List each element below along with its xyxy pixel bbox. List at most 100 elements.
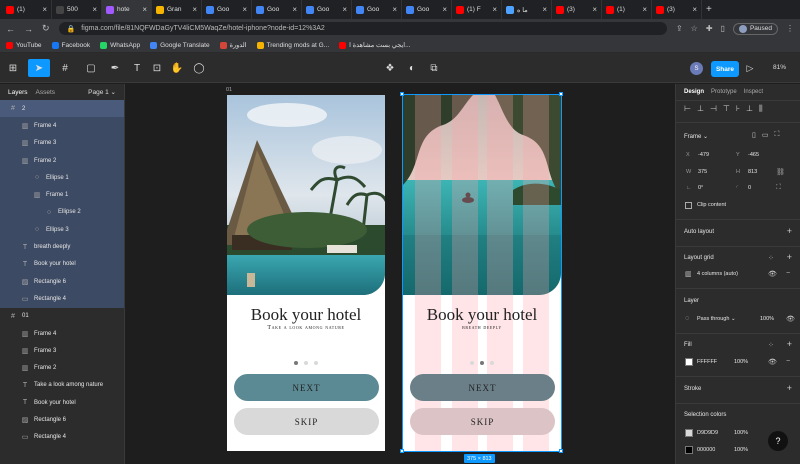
layer-row[interactable]: Tbreath deeply <box>0 238 124 256</box>
browser-tab[interactable]: hote × <box>102 0 152 19</box>
remove-grid-icon[interactable]: − <box>786 270 790 277</box>
move-tool-icon[interactable]: ➤ <box>28 59 50 77</box>
independent-corners-icon[interactable]: ⛶ <box>776 184 781 192</box>
subtitle-text[interactable]: breath deeply <box>403 325 561 331</box>
shape-tool-icon[interactable]: ▢ <box>82 59 100 77</box>
dot[interactable] <box>490 361 494 365</box>
layer-row[interactable]: ▨ Rectangle 6 <box>0 411 124 428</box>
canvas[interactable] <box>126 84 674 464</box>
resize-to-fit-icon[interactable]: ⛶ <box>774 131 779 139</box>
help-button[interactable]: ? <box>768 431 788 451</box>
portrait-icon[interactable]: ▯ <box>752 131 756 139</box>
extensions-icon[interactable]: ✚ <box>706 24 713 33</box>
browser-tab[interactable]: (3) × <box>652 0 702 19</box>
resources-icon[interactable]: ⊡ <box>150 59 164 77</box>
frame-01[interactable]: Book your hotel Take a look among nature… <box>227 95 385 451</box>
layer-row[interactable]: #01 <box>0 308 124 325</box>
main-menu-icon[interactable]: ⊞ <box>4 59 22 77</box>
blend-mode-select[interactable]: Pass through ⌄ <box>697 316 736 322</box>
sidebar-icon[interactable]: ▯ <box>721 24 725 33</box>
share-button[interactable]: Share <box>711 61 739 77</box>
align-hcenter-icon[interactable]: ⊥ <box>697 104 704 114</box>
layer-row[interactable]: ○ Ellipse 3 <box>0 221 124 239</box>
resize-handle[interactable] <box>559 449 563 453</box>
add-grid-icon[interactable]: + <box>787 252 792 262</box>
browser-tab[interactable]: Goo × <box>352 0 402 19</box>
add-fill-icon[interactable]: + <box>787 339 792 349</box>
layer-opacity[interactable]: 100% <box>760 316 774 322</box>
resize-handle[interactable] <box>400 92 404 96</box>
layer-row[interactable]: ▨ Rectangle 6 <box>0 272 124 291</box>
clip-content-checkbox[interactable] <box>685 202 692 209</box>
tab-assets[interactable]: Assets <box>36 89 56 96</box>
close-tab-icon[interactable]: × <box>342 5 347 14</box>
browser-tab[interactable]: Goo × <box>252 0 302 19</box>
mask-icon[interactable]: ◐ <box>405 59 419 77</box>
selection-color-opacity[interactable]: 100% <box>734 447 748 453</box>
selection-color-opacity[interactable]: 100% <box>734 430 748 436</box>
bookmark-item[interactable]: الدورة <box>219 41 247 49</box>
hand-tool-icon[interactable]: ✋ <box>170 59 184 77</box>
skip-button[interactable]: SKIP <box>234 408 379 435</box>
frame-tool-icon[interactable]: # <box>56 59 74 77</box>
fill-hex[interactable]: FFFFFF <box>697 359 717 365</box>
browser-tab[interactable]: (3) × <box>552 0 602 19</box>
browser-tab[interactable]: Goo × <box>202 0 252 19</box>
grid-styles-icon[interactable]: ⁘ <box>768 254 774 262</box>
distribute-icon[interactable]: ⫼ <box>759 104 763 114</box>
x-field[interactable]: -479 <box>698 152 709 158</box>
close-tab-icon[interactable]: × <box>442 5 447 14</box>
close-tab-icon[interactable]: × <box>242 5 247 14</box>
reload-icon[interactable]: ↻ <box>42 23 50 34</box>
close-tab-icon[interactable]: × <box>542 5 547 14</box>
layer-visibility-icon[interactable]: 👁 <box>786 315 795 323</box>
layer-row[interactable]: ▥ Frame 2 <box>0 151 124 170</box>
title-text[interactable]: Book your hotel <box>403 305 561 325</box>
comment-tool-icon[interactable]: ◯ <box>192 59 206 77</box>
share-page-icon[interactable]: ⇪ <box>676 24 683 33</box>
columns-grid-icon[interactable]: ▥ <box>685 270 692 278</box>
boolean-icon[interactable]: ⧉ <box>426 59 442 77</box>
resize-handle[interactable] <box>400 449 404 453</box>
browser-tab[interactable]: (1) × <box>602 0 652 19</box>
h-field[interactable]: 813 <box>748 169 757 175</box>
selection-color-swatch[interactable] <box>685 429 693 437</box>
subtitle-text[interactable]: Take a look among nature <box>227 325 385 331</box>
tab-design[interactable]: Design <box>684 89 704 95</box>
constrain-icon[interactable]: ⛓ <box>776 168 785 176</box>
frame-label[interactable]: 01 <box>226 87 232 93</box>
text-tool-icon[interactable]: T <box>130 59 144 77</box>
browser-tab[interactable]: (1) F × <box>452 0 502 19</box>
page-selector[interactable]: Page 1 ⌄ <box>88 88 116 96</box>
layer-row[interactable]: T Take a look among nature <box>0 377 124 394</box>
landscape-icon[interactable]: ▭ <box>762 131 769 139</box>
layer-row[interactable]: ▥ Frame 3 <box>0 342 124 359</box>
layer-row[interactable]: T Book your hotel <box>0 394 124 411</box>
remove-fill-icon[interactable]: − <box>786 358 790 365</box>
fill-styles-icon[interactable]: ⁘ <box>768 341 774 349</box>
frame-2[interactable]: Book your hotel breath deeply NEXT SKIP <box>403 95 561 451</box>
align-bottom-icon[interactable]: ⊥ <box>746 104 753 114</box>
url-field[interactable]: 🔒 figma.com/file/81NQFWDaGyTV4liCM5WaqZe… <box>58 22 667 35</box>
pagination-dots[interactable] <box>227 361 385 365</box>
bookmark-item[interactable]: Google Translate <box>150 41 210 49</box>
dot[interactable] <box>314 361 318 365</box>
bookmark-item[interactable]: Facebook <box>51 41 90 49</box>
layer-row[interactable]: T Book your hotel <box>0 255 124 273</box>
dot-active[interactable] <box>294 361 298 365</box>
layer-row[interactable]: ▥ Frame 1 <box>0 186 124 204</box>
tab-inspect[interactable]: Inspect <box>744 89 763 95</box>
fill-swatch[interactable] <box>685 358 693 366</box>
dot-active[interactable] <box>480 361 484 365</box>
selection-color-hex[interactable]: 000000 <box>697 447 715 453</box>
close-tab-icon[interactable]: × <box>192 5 197 14</box>
present-icon[interactable]: ▷ <box>744 59 756 77</box>
rotation-field[interactable]: 0° <box>698 185 703 191</box>
w-field[interactable]: 375 <box>698 169 707 175</box>
align-top-icon[interactable]: ⊤ <box>723 104 730 114</box>
browser-tab[interactable]: Goo × <box>302 0 352 19</box>
back-icon[interactable]: ← <box>6 24 15 34</box>
menu-icon[interactable]: ⋮ <box>786 24 794 33</box>
avatar[interactable]: S <box>690 62 703 75</box>
browser-tab[interactable]: (1) × <box>2 0 52 19</box>
